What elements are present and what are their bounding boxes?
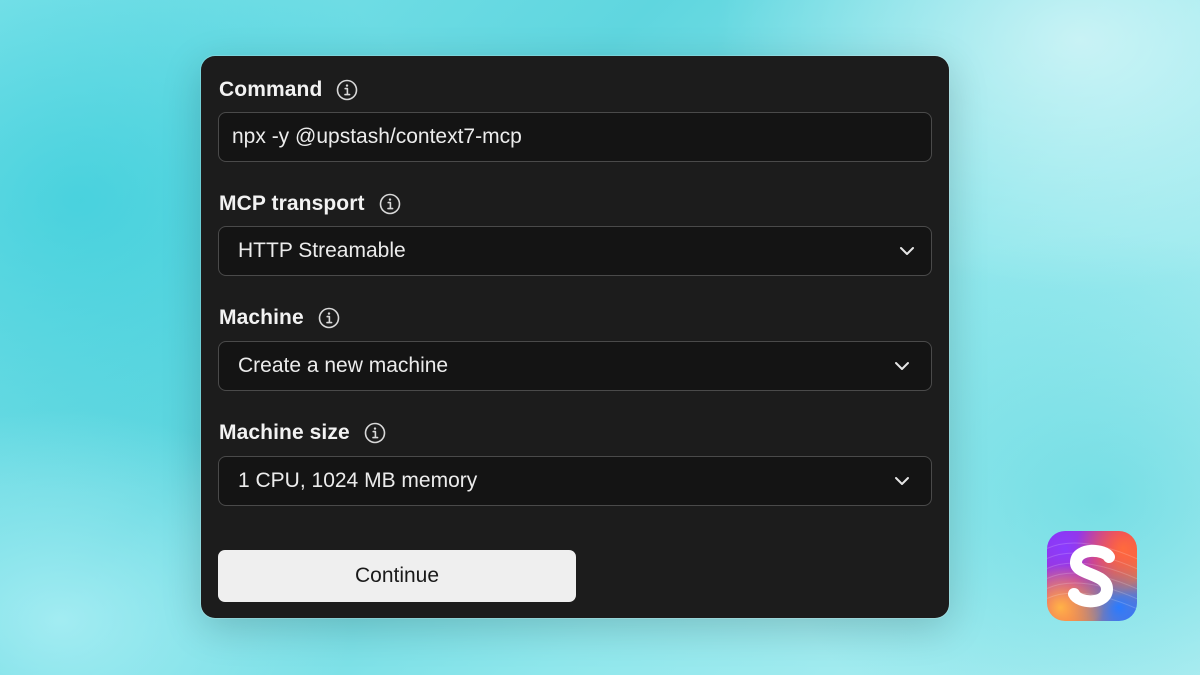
transport-label: MCP transport xyxy=(219,192,365,215)
continue-button[interactable]: Continue xyxy=(218,550,576,602)
command-input[interactable]: npx -y @upstash/context7-mcp xyxy=(218,112,932,162)
command-label-row: Command xyxy=(219,76,358,104)
info-icon[interactable] xyxy=(364,422,386,444)
machine-select-value: Create a new machine xyxy=(238,354,449,377)
machine-size-select-value: 1 CPU, 1024 MB memory xyxy=(238,469,478,492)
transport-select[interactable]: HTTP Streamable xyxy=(218,226,932,276)
transport-select-value: HTTP Streamable xyxy=(238,239,406,262)
machine-label: Machine xyxy=(219,306,304,329)
machine-select[interactable]: Create a new machine xyxy=(218,341,932,391)
command-input-value: npx -y @upstash/context7-mcp xyxy=(232,125,522,148)
info-icon[interactable] xyxy=(318,307,340,329)
command-label: Command xyxy=(219,78,323,101)
transport-label-row: MCP transport xyxy=(219,190,401,218)
machine-size-select[interactable]: 1 CPU, 1024 MB memory xyxy=(218,456,932,506)
info-icon[interactable] xyxy=(379,193,401,215)
chevron-down-icon xyxy=(899,246,915,256)
continue-button-label: Continue xyxy=(354,564,440,587)
mcp-config-panel: Command npx -y @upstash/context7-mcp MCP… xyxy=(201,56,949,618)
machine-size-label: Machine size xyxy=(219,421,350,444)
info-icon[interactable] xyxy=(336,79,358,101)
machine-size-label-row: Machine size xyxy=(219,419,386,447)
chevron-down-icon xyxy=(894,476,910,486)
chevron-down-icon xyxy=(894,361,910,371)
machine-label-row: Machine xyxy=(219,304,340,332)
app-logo-icon xyxy=(1047,531,1137,621)
